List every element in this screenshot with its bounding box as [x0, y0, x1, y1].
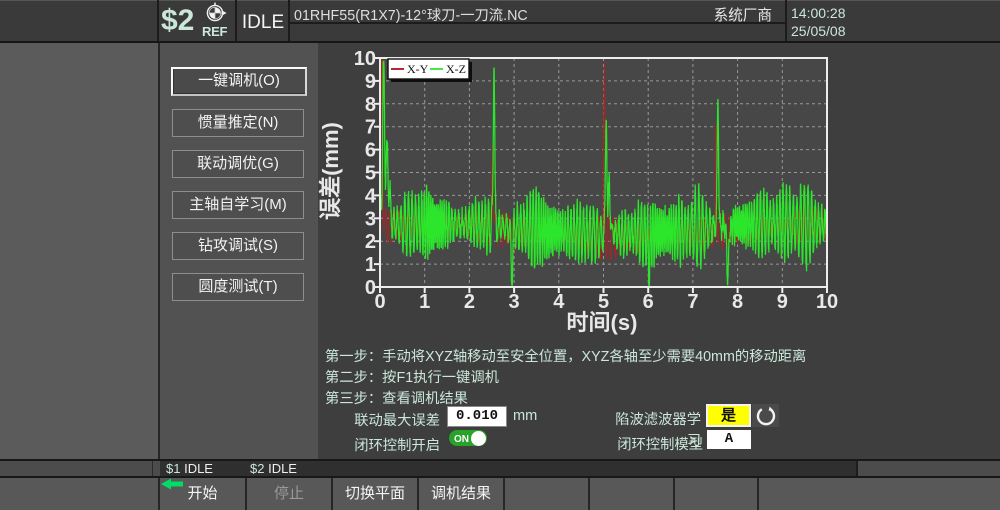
- svg-text:7: 7: [365, 117, 376, 139]
- svg-text:9: 9: [365, 71, 376, 93]
- svg-text:8: 8: [732, 291, 743, 313]
- svg-text:误差(mm): 误差(mm): [318, 122, 343, 220]
- svg-text:0: 0: [374, 291, 385, 313]
- svg-text:X-Y: X-Y: [407, 62, 429, 76]
- svg-text:9: 9: [777, 291, 788, 313]
- svg-text:5: 5: [365, 163, 376, 185]
- svg-text:10: 10: [354, 48, 376, 70]
- svg-text:1: 1: [365, 254, 376, 276]
- svg-text:6: 6: [365, 140, 376, 162]
- svg-text:X-Z: X-Z: [446, 62, 466, 76]
- svg-text:6: 6: [643, 291, 654, 313]
- svg-text:2: 2: [464, 291, 475, 313]
- svg-text:7: 7: [687, 291, 698, 313]
- svg-text:10: 10: [816, 291, 838, 313]
- svg-text:时间(s): 时间(s): [567, 310, 638, 335]
- svg-text:3: 3: [509, 291, 520, 313]
- svg-text:8: 8: [365, 94, 376, 116]
- svg-text:1: 1: [419, 291, 430, 313]
- svg-text:3: 3: [365, 208, 376, 230]
- svg-text:4: 4: [365, 185, 377, 207]
- svg-text:4: 4: [553, 291, 565, 313]
- svg-text:2: 2: [365, 231, 376, 253]
- svg-text:0: 0: [365, 277, 376, 299]
